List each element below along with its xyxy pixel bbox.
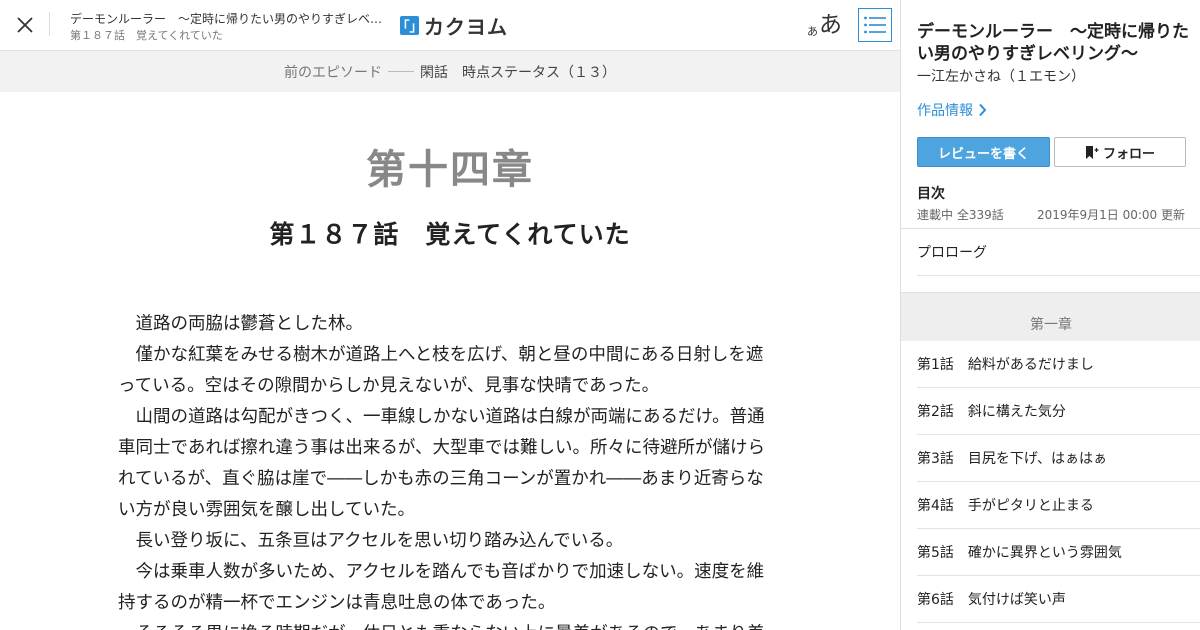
episode-item-title: 目尻を下げ、はぁはぁ	[967, 451, 1107, 467]
episode-number: 第1話	[917, 357, 954, 373]
episode-number: 第2話	[917, 404, 954, 420]
episode-number: 第4話	[917, 498, 954, 514]
episode-item-title: 給料があるだけまし	[967, 357, 1094, 373]
follow-button[interactable]: フォロー	[1054, 137, 1186, 167]
reader-pane: デーモンルーラー ～定時に帰りたい男のやりすぎレベ… 第１８７話 覚えてくれてい…	[0, 0, 900, 630]
episode-item-title: 確かに異界という雰囲気	[967, 545, 1122, 561]
close-icon	[17, 17, 33, 33]
episode-number: 第6話	[917, 592, 954, 608]
close-button[interactable]	[10, 10, 40, 40]
body-paragraph: 山間の道路は勾配がきつく、一車線しかない道路は白線が両端にあるだけ。普通車同士で…	[118, 407, 765, 520]
episode-item-title: 気付けば笑い声	[967, 592, 1066, 608]
work-info-label: 作品情報	[917, 103, 973, 119]
episode-item-title: 斜に構えた気分	[967, 404, 1066, 420]
author-name[interactable]: 一江左かさね（１エモン）	[917, 66, 1085, 86]
last-updated: 2019年9月1日 00:00 更新	[1036, 208, 1185, 222]
work-title[interactable]: デーモンルーラー ～定時に帰りたい男のやりすぎレベリング～	[917, 21, 1192, 65]
episode-number: 第3話	[917, 451, 954, 467]
toc-heading: 目次	[917, 186, 945, 202]
work-info-link[interactable]: 作品情報	[917, 100, 987, 120]
font-size-large-glyph: あ	[819, 12, 842, 38]
reader-top-bar: デーモンルーラー ～定時に帰りたい男のやりすぎレベ… 第１８７話 覚えてくれてい…	[0, 0, 900, 51]
episode-number: 第5話	[917, 545, 954, 561]
previous-episode-title: 閑話 時点ステータス（１３）	[420, 64, 616, 81]
toc-episode-item[interactable]: 第5話 確かに異界という雰囲気	[917, 529, 1200, 576]
toc-episode-item[interactable]: 第6話 気付けば笑い声	[917, 576, 1200, 623]
toc-chapter-heading: 第一章	[901, 292, 1200, 341]
previous-episode-link[interactable]: 前のエピソード 閑話 時点ステータス（１３）	[0, 51, 900, 92]
toc-episode-item[interactable]: 第4話 手がピタリと止まる	[917, 482, 1200, 529]
body-paragraph: 長い登り坂に、五条亘はアクセルを思い切り踏み込んでいる。	[135, 531, 624, 551]
follow-label: フォロー	[1102, 146, 1155, 162]
list-icon	[864, 16, 886, 34]
chapter-title: 第十四章	[366, 147, 534, 193]
toc-episode-item[interactable]: 第2話 斜に構えた気分	[917, 388, 1200, 435]
chevron-right-icon	[979, 103, 987, 117]
toc-episode-list: 第1話 給料があるだけまし 第2話 斜に構えた気分 第3話 目尻を下げ、はぁはぁ 第4…	[917, 341, 1200, 623]
current-episode-title-small: 第１８７話 覚えてくれていた	[70, 29, 223, 42]
body-paragraph: 僅かな紅葉をみせる樹木が道路上へと枝を広げ、朝と昼の中間にある日射しを遮っている…	[118, 345, 764, 396]
logo-text: カクヨム	[424, 14, 508, 39]
toc-prologue-item[interactable]: プロローグ	[917, 229, 1200, 276]
work-title-link[interactable]: デーモンルーラー ～定時に帰りたい男のやりすぎレベ…	[70, 10, 390, 27]
previous-episode-label: 前のエピソード	[284, 64, 382, 81]
font-size-small-glyph: あ	[807, 25, 818, 38]
toc-episode-item[interactable]: 第3話 目尻を下げ、はぁはぁ	[917, 435, 1200, 482]
serial-status: 連載中 全339話	[917, 208, 1004, 222]
font-size-button[interactable]: あ あ	[807, 8, 842, 40]
episode-item-title: 手がピタリと止まる	[967, 498, 1094, 514]
toc-episode-item[interactable]: 第1話 給料があるだけまし	[917, 341, 1200, 388]
toc-sidebar: デーモンルーラー ～定時に帰りたい男のやりすぎレベリング～ 一江左かさね（１エモ…	[900, 0, 1200, 630]
logo-mark-icon: 「」	[397, 15, 423, 35]
kakuyomu-logo[interactable]: 「」 カクヨム	[397, 12, 508, 39]
episode-title: 第１８７話 覚えてくれていた	[269, 220, 631, 249]
previous-episode-dash	[388, 71, 414, 72]
table-of-contents-button[interactable]	[858, 8, 892, 42]
body-paragraph: 今は乗車人数が多いため、アクセルを踏んでも音ばかりで加速しない。速度を維持するの…	[118, 562, 765, 613]
episode-body: 道路の両脇は鬱蒼とした林。 僅かな紅葉をみせる樹木が道路上へと枝を広げ、朝と昼の…	[118, 309, 770, 630]
body-paragraph: 道路の両脇は鬱蒼とした林。	[135, 314, 364, 334]
write-review-button[interactable]: レビューを書く	[917, 137, 1050, 167]
top-bar-divider	[49, 12, 50, 36]
body-paragraph: そろそろ男に換る時期だが、休日とも重ならない上に暑差があるので、あまり差	[118, 619, 770, 630]
bookmark-plus-icon	[1085, 145, 1099, 159]
